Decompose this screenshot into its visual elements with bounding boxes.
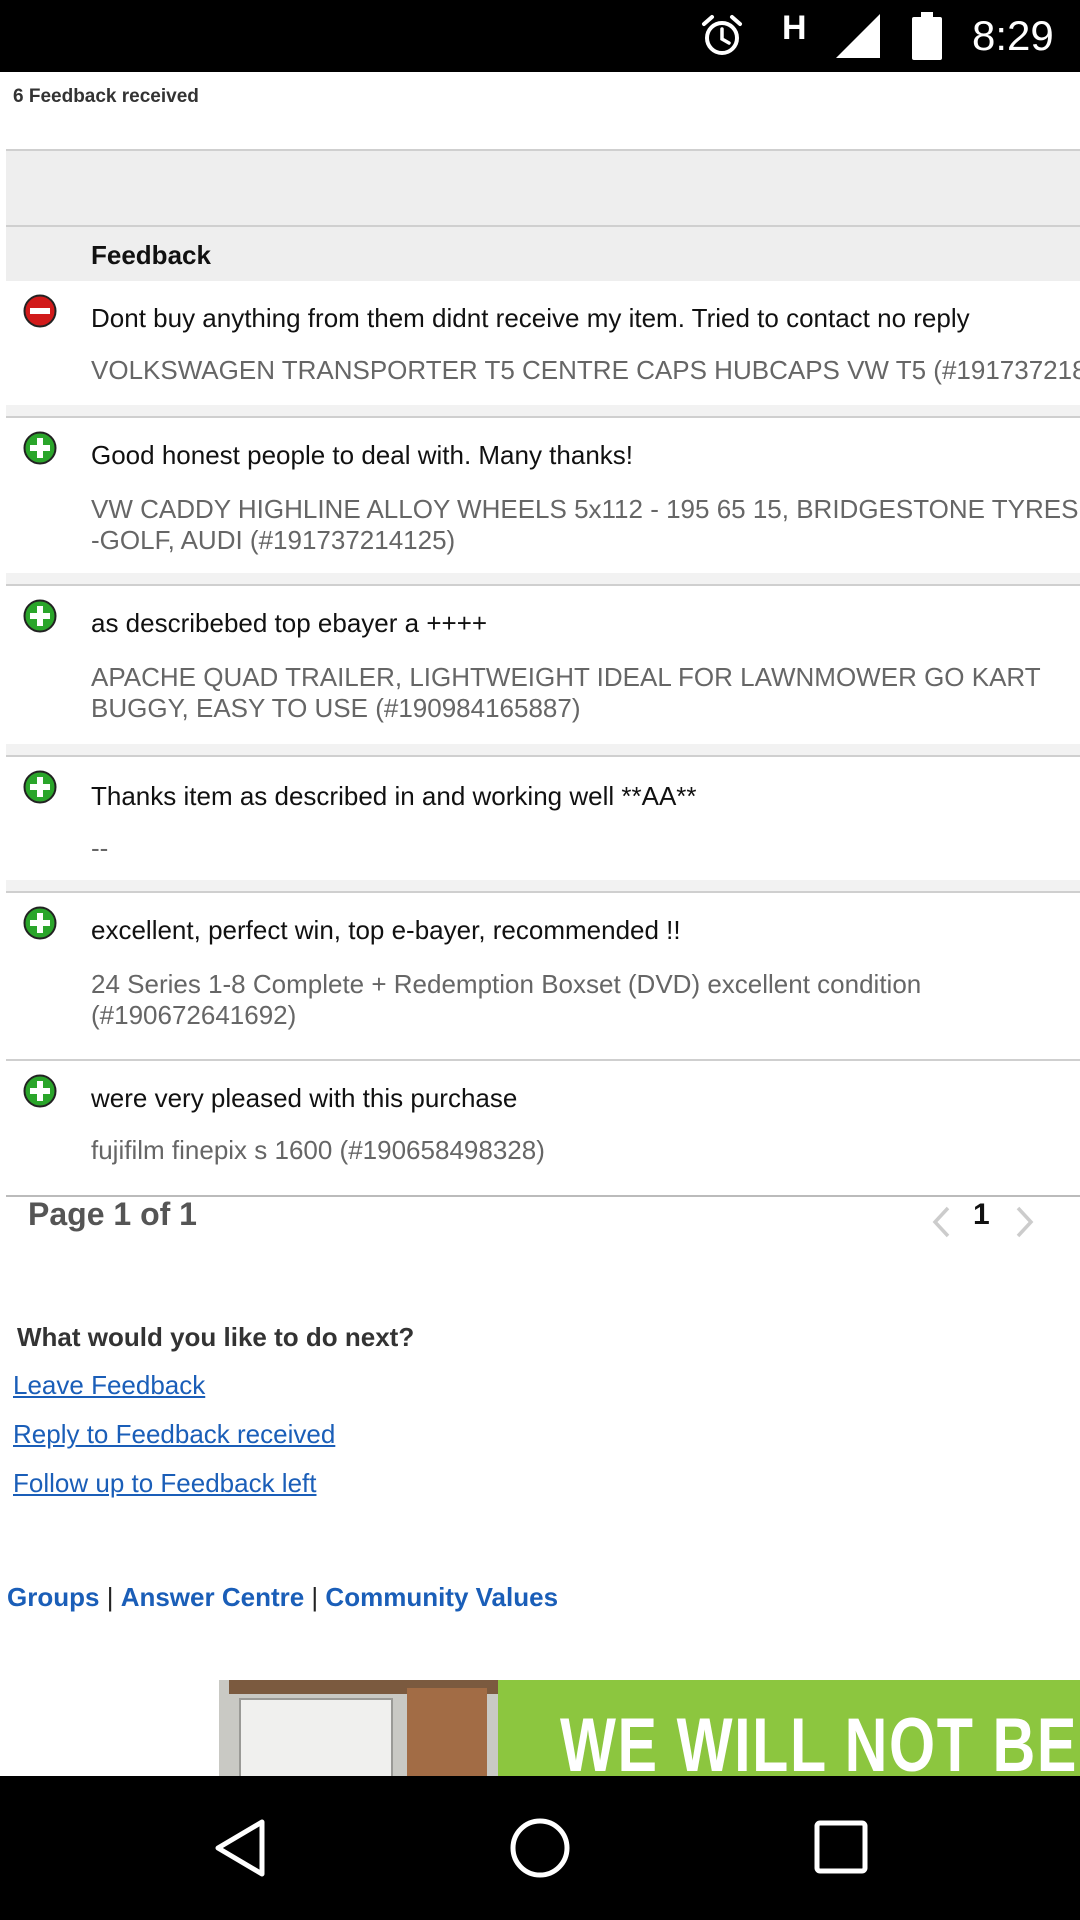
network-type: H bbox=[782, 9, 807, 47]
battery-icon bbox=[912, 12, 942, 60]
feedback-comment: Dont buy anything from them didnt receiv… bbox=[91, 303, 970, 333]
positive-feedback-icon bbox=[23, 1074, 57, 1108]
feedback-comment: Thanks item as described in and working … bbox=[91, 781, 697, 811]
chevron-right-icon[interactable] bbox=[1014, 1204, 1036, 1240]
ad-text-panel: WE WILL NOT BE BEATEN bbox=[498, 1680, 1080, 1776]
positive-feedback-icon bbox=[23, 770, 57, 804]
table-row: were very pleased with this purchase fuj… bbox=[6, 1061, 1080, 1197]
positive-feedback-icon bbox=[23, 431, 57, 465]
page-content[interactable]: 6 Feedback received Feedback Dont buy an… bbox=[0, 72, 1080, 1776]
follow-up-feedback-link[interactable]: Follow up to Feedback left bbox=[13, 1468, 317, 1499]
feedback-comment: were very pleased with this purchase bbox=[91, 1083, 518, 1113]
back-icon[interactable] bbox=[210, 1816, 270, 1880]
reply-to-feedback-link[interactable]: Reply to Feedback received bbox=[13, 1419, 335, 1450]
answer-centre-link[interactable]: Answer Centre bbox=[121, 1582, 305, 1612]
feedback-table: Feedback Dont buy anything from them did… bbox=[6, 149, 1080, 1197]
feedback-comment: excellent, perfect win, top e-bayer, rec… bbox=[91, 915, 681, 945]
current-page[interactable]: 1 bbox=[973, 1198, 990, 1232]
ad-image-shed bbox=[239, 1698, 393, 1776]
feedback-item[interactable]: 24 Series 1-8 Complete + Redemption Boxs… bbox=[91, 969, 1051, 1031]
positive-feedback-icon bbox=[23, 599, 57, 633]
chevron-left-icon[interactable] bbox=[930, 1204, 952, 1240]
alarm-icon bbox=[702, 15, 742, 55]
separator: | bbox=[106, 1582, 114, 1612]
positive-feedback-icon bbox=[23, 906, 57, 940]
clock: 8:29 bbox=[972, 12, 1054, 59]
feedback-item[interactable]: VW CADDY HIGHLINE ALLOY WHEELS 5x112 - 1… bbox=[91, 494, 1080, 556]
feedback-count: 6 Feedback received bbox=[13, 86, 199, 107]
footer-links: Groups | Answer Centre | Community Value… bbox=[7, 1582, 558, 1613]
community-values-link[interactable]: Community Values bbox=[325, 1582, 558, 1612]
feedback-item[interactable]: VOLKSWAGEN TRANSPORTER T5 CENTRE CAPS HU… bbox=[91, 355, 1080, 386]
row-divider bbox=[6, 744, 1080, 755]
leave-feedback-link[interactable]: Leave Feedback bbox=[13, 1370, 205, 1401]
row-divider bbox=[6, 880, 1080, 891]
recent-apps-icon[interactable] bbox=[814, 1820, 868, 1874]
column-header-feedback: Feedback bbox=[91, 240, 211, 270]
row-divider bbox=[6, 405, 1080, 416]
feedback-comment: Good honest people to deal with. Many th… bbox=[91, 440, 634, 470]
row-divider bbox=[6, 573, 1080, 584]
next-actions-title: What would you like to do next? bbox=[17, 1322, 415, 1352]
feedback-item[interactable]: APACHE QUAD TRAILER, LIGHTWEIGHT IDEAL F… bbox=[91, 662, 1080, 724]
signal-icon bbox=[836, 14, 880, 58]
home-icon[interactable] bbox=[508, 1816, 572, 1880]
navigation-bar bbox=[0, 1776, 1080, 1920]
groups-link[interactable]: Groups bbox=[7, 1582, 99, 1612]
table-header-blank bbox=[6, 149, 1080, 227]
table-row: as describebed top ebayer a ++++ APACHE … bbox=[6, 586, 1080, 757]
feedback-comment: as describebed top ebayer a ++++ bbox=[91, 608, 488, 638]
ad-text: WE WILL NOT BE BEATEN bbox=[560, 1703, 1080, 1776]
advertisement-banner[interactable]: WE WILL NOT BE BEATEN bbox=[219, 1680, 1080, 1776]
table-row: Dont buy anything from them didnt receiv… bbox=[6, 281, 1080, 418]
negative-feedback-icon bbox=[23, 294, 57, 328]
feedback-item: -- bbox=[91, 833, 109, 863]
table-header: Feedback bbox=[6, 227, 1080, 281]
ad-image bbox=[219, 1680, 499, 1776]
table-row: excellent, perfect win, top e-bayer, rec… bbox=[6, 893, 1080, 1061]
table-row: Good honest people to deal with. Many th… bbox=[6, 418, 1080, 586]
ad-image-fence bbox=[407, 1688, 487, 1776]
page-indicator: Page 1 of 1 bbox=[28, 1196, 197, 1232]
separator: | bbox=[311, 1582, 319, 1612]
table-row: Thanks item as described in and working … bbox=[6, 757, 1080, 893]
status-bar: H 8:29 bbox=[0, 0, 1080, 72]
feedback-item[interactable]: fujifilm finepix s 1600 (#190658498328) bbox=[91, 1135, 545, 1166]
